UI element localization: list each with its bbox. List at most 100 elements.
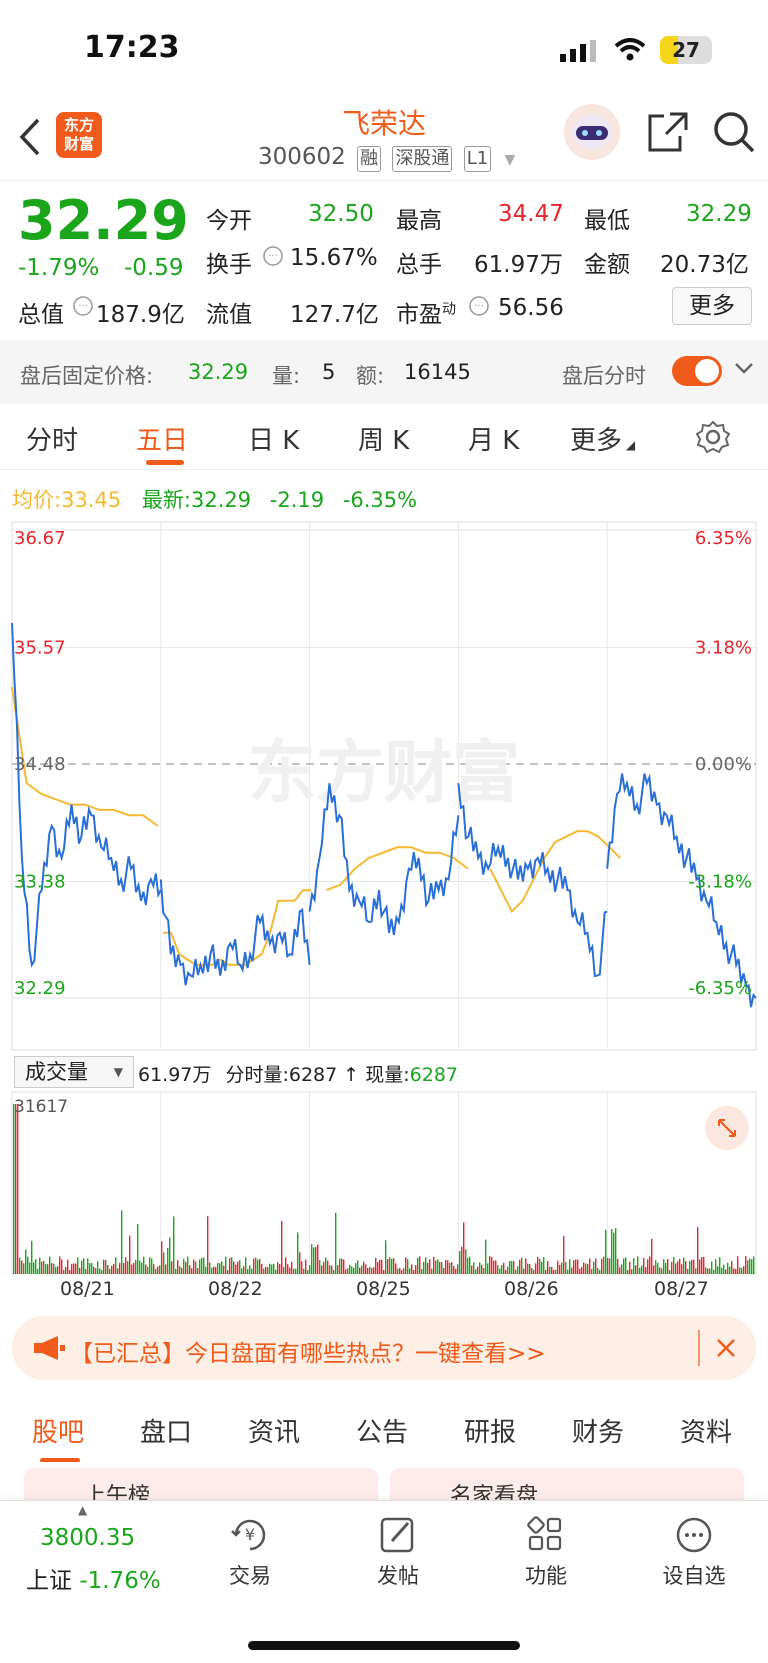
post-button[interactable]: 发帖: [338, 1515, 458, 1590]
volume-bar: [635, 1265, 637, 1274]
tab-daily-k[interactable]: 日 K: [248, 420, 299, 457]
tab-timeshare[interactable]: 分时: [26, 420, 78, 457]
volume-bar: [533, 1269, 535, 1274]
gear-icon[interactable]: [696, 420, 730, 454]
volume-bar: [753, 1256, 755, 1274]
share-icon[interactable]: [646, 110, 690, 154]
volume-bar: [401, 1269, 403, 1274]
volume-header: 成交量 ▼ 61.97万 分时量:6287 ↑ 现量:6287: [0, 1056, 768, 1090]
y-tick-pct-label: -3.18%: [688, 872, 752, 893]
volume-bar: [129, 1235, 131, 1274]
features-button[interactable]: 功能: [486, 1515, 606, 1590]
volume-bar: [477, 1266, 479, 1274]
total-value-label: 总值: [18, 302, 64, 328]
volume-bar: [559, 1264, 561, 1274]
volume-bar: [663, 1259, 665, 1274]
volume-bar: [223, 1265, 225, 1274]
volume-bar: [37, 1268, 39, 1274]
svg-text:···: ···: [78, 301, 88, 312]
volume-bar: [349, 1264, 351, 1274]
volume-bar: [291, 1261, 293, 1274]
tab-weekly-k[interactable]: 周 K: [358, 420, 409, 457]
volume-bar: [389, 1257, 391, 1274]
volume-bar: [437, 1259, 439, 1274]
volume-bar: [439, 1261, 441, 1274]
stock-code: 300602: [258, 144, 346, 170]
volume-bar: [729, 1266, 731, 1274]
tab-more[interactable]: 更多 ◢: [570, 420, 635, 457]
volume-bar: [687, 1268, 689, 1274]
volume-bar: [441, 1262, 443, 1274]
volume-label: 总手: [396, 252, 442, 278]
indicator-select[interactable]: 成交量 ▼: [14, 1056, 134, 1088]
low-value: 32.29: [686, 201, 752, 227]
tab-finance[interactable]: 财务: [572, 1412, 624, 1449]
volume-bar: [669, 1269, 671, 1274]
add-watchlist-button[interactable]: 设自选: [634, 1515, 754, 1590]
volume-bar: [137, 1223, 139, 1274]
volume-bar: [155, 1268, 157, 1274]
volume-bar: [675, 1263, 677, 1274]
expand-icon[interactable]: [705, 1106, 749, 1150]
volume-bar: [249, 1265, 251, 1274]
tab-news[interactable]: 资讯: [248, 1412, 300, 1449]
volume-bar: [221, 1261, 223, 1274]
tab-order-book[interactable]: 盘口: [140, 1412, 192, 1449]
volume-bar: [327, 1260, 329, 1274]
volume-bar: [621, 1264, 623, 1274]
volume-bar: [469, 1256, 471, 1274]
index-ticker[interactable]: 上证 -1.76%: [26, 1561, 161, 1595]
volume-bar: [673, 1257, 675, 1274]
index-value[interactable]: 3800.35: [40, 1525, 135, 1551]
volume-bar: [517, 1266, 519, 1274]
stock-code-row[interactable]: 300602 融 深股通 L1 ▼: [258, 144, 515, 172]
tab-monthly-k[interactable]: 月 K: [468, 420, 519, 457]
trade-button[interactable]: ¥ 交易: [190, 1515, 310, 1590]
volume-bar: [435, 1260, 437, 1274]
after-hours-toggle[interactable]: [672, 356, 722, 386]
volume-bar: [259, 1259, 261, 1274]
assistant-robot-icon[interactable]: [562, 102, 622, 162]
volume-bar: [353, 1267, 355, 1274]
volume-bar: [591, 1269, 593, 1274]
more-button[interactable]: 更多: [672, 287, 752, 325]
volume-bar: [33, 1262, 35, 1274]
volume-bar: [639, 1267, 641, 1274]
volume-bar: [487, 1263, 489, 1274]
tab-profile[interactable]: 资料: [680, 1412, 732, 1449]
volume-bar: [197, 1268, 199, 1274]
volume-bar: [303, 1268, 305, 1274]
info-icon[interactable]: ···: [262, 245, 284, 267]
volume-bar: [185, 1261, 187, 1274]
search-icon[interactable]: [712, 110, 756, 154]
close-icon[interactable]: [714, 1336, 738, 1360]
volume-bar: [331, 1265, 333, 1274]
grid-icon: [527, 1516, 562, 1551]
news-banner[interactable]: 【已汇总】今日盘面有哪些热点？一键查看>>: [12, 1316, 756, 1380]
date-label: 08/22: [208, 1278, 263, 1300]
tab-forum[interactable]: 股吧: [32, 1412, 84, 1449]
info-icon[interactable]: ···: [468, 295, 490, 317]
tab-five-day[interactable]: 五日: [136, 420, 188, 457]
volume-bar: [613, 1232, 615, 1274]
volume-bar: [473, 1262, 475, 1274]
price-chart[interactable]: 东方财富 36.67 6.35% 35.57 3.18% 34.48 0.00% 33.38…: [0, 520, 768, 1055]
tab-research[interactable]: 研报: [464, 1412, 516, 1449]
volume-bar: [23, 1263, 25, 1274]
volume-bar: [21, 1260, 23, 1274]
volume-bar: [261, 1263, 263, 1274]
tab-announcements[interactable]: 公告: [356, 1412, 408, 1449]
volume-bar: [711, 1261, 713, 1274]
volume-bar: [183, 1258, 185, 1274]
volume-chart[interactable]: 31617: [0, 1090, 768, 1276]
volume-bar: [41, 1261, 43, 1274]
volume-bar: [721, 1267, 723, 1274]
volume-bar: [243, 1266, 245, 1274]
info-icon[interactable]: ···: [72, 295, 94, 317]
volume-bar: [135, 1259, 137, 1274]
date-label: 08/25: [356, 1278, 411, 1300]
signal-icon: [560, 40, 596, 62]
volume-bar: [57, 1266, 59, 1274]
chevron-down-icon[interactable]: [734, 362, 754, 376]
volume-bar: [205, 1266, 207, 1274]
